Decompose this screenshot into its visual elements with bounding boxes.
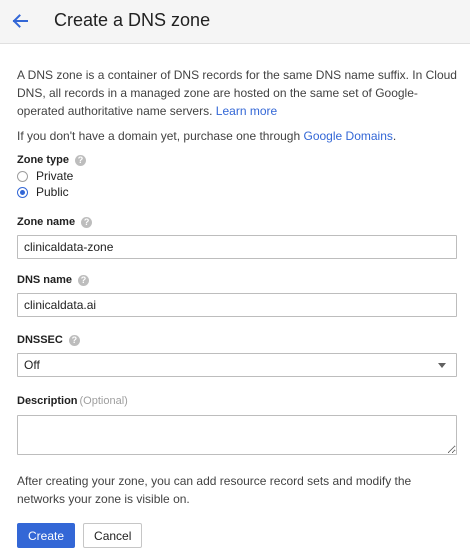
radio-public-label: Public [36,185,69,199]
after-create-note: After creating your zone, you can add re… [17,474,412,506]
google-domains-link[interactable]: Google Domains [304,129,393,143]
learn-more-link[interactable]: Learn more [216,104,277,118]
dns-name-label-text: DNS name [17,274,73,286]
cancel-button[interactable]: Cancel [83,523,143,548]
help-icon[interactable]: ? [68,334,80,346]
intro-paragraph: A DNS zone is a container of DNS records… [17,66,457,120]
zone-type-group: Zone type ? Private Public [17,152,457,200]
dns-name-group: DNS name ? [17,272,457,317]
optional-hint: (Optional) [79,395,128,407]
zone-name-label-text: Zone name [17,216,76,228]
dnssec-label-text: DNSSEC [17,334,63,346]
radio-private-circle[interactable] [17,170,28,182]
dns-name-label: DNS name ? [17,272,457,288]
domain-prefix-text: If you don't have a domain yet, purchase… [17,129,301,143]
radio-private[interactable]: Private [17,168,457,184]
description-label-text: Description [17,395,78,407]
radio-public-circle[interactable] [17,186,28,198]
description-group: Description (Optional) [17,393,457,455]
dnssec-label: DNSSEC ? [17,332,457,348]
domain-purchase-line: If you don't have a domain yet, purchase… [17,127,457,145]
dnssec-group: DNSSEC ? Off [17,332,457,377]
create-button[interactable]: Create [17,523,76,548]
create-zone-form: A DNS zone is a container of DNS records… [17,66,457,548]
zone-name-label: Zone name ? [17,214,457,230]
description-textarea[interactable] [17,415,457,455]
page-title: Create a DNS zone [54,10,211,30]
help-icon[interactable]: ? [81,216,93,228]
page-header: Create a DNS zone [0,0,470,44]
description-label: Description (Optional) [17,393,457,409]
zone-name-group: Zone name ? [17,214,457,259]
dnssec-selected-value: Off [24,358,40,372]
arrow-left-icon [12,14,28,28]
radio-public[interactable]: Public [17,184,457,200]
chevron-down-icon [438,362,446,368]
help-icon[interactable]: ? [78,274,90,286]
zone-type-label: Zone type ? [17,152,457,168]
dns-name-input[interactable] [17,293,457,317]
zone-name-input[interactable] [17,235,457,259]
radio-private-label: Private [36,169,74,183]
back-button[interactable] [8,8,32,34]
help-icon[interactable]: ? [74,154,86,166]
domain-suffix-text: . [392,129,397,143]
action-buttons: Create Cancel [17,523,457,548]
zone-type-label-text: Zone type [17,154,69,166]
dnssec-select[interactable]: Off [17,353,457,377]
